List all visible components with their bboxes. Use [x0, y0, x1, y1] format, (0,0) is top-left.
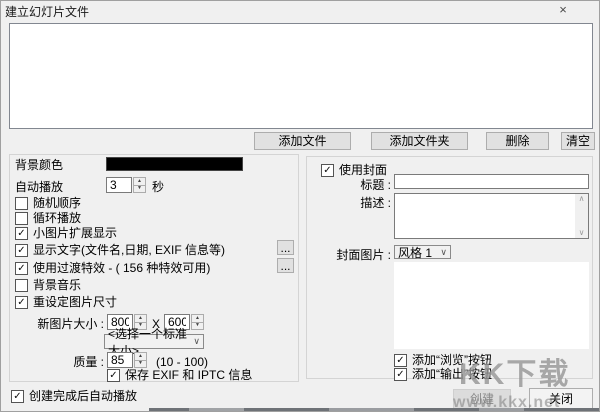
create-button[interactable]: 创建	[453, 389, 511, 409]
spinner-down-icon[interactable]: ▼	[134, 359, 147, 368]
cover-desc-field: ∧ ∨	[394, 193, 589, 239]
checkbox-random-order[interactable]: 随机顺序	[15, 196, 81, 210]
background-window-edge	[149, 408, 599, 411]
clear-button[interactable]: 清空	[561, 132, 595, 150]
scroll-up-icon[interactable]: ∧	[579, 194, 585, 204]
checkbox-transition[interactable]: ✓ 使用过渡特效 - ( 156 种特效可用)	[15, 261, 210, 275]
chevron-down-icon: ∨	[440, 246, 447, 257]
checkbox-use-cover[interactable]: ✓ 使用封面	[319, 163, 390, 177]
checkbox-box: ✓	[394, 353, 407, 367]
quality-spinner: ▲ ▼	[134, 352, 147, 368]
checkbox-box	[15, 196, 28, 210]
add-folder-button[interactable]: 添加文件夹	[371, 132, 468, 150]
checkbox-box: ✓	[15, 243, 28, 257]
autoplay-seconds-input[interactable]	[106, 177, 132, 193]
spinner-down-icon[interactable]: ▼	[133, 184, 146, 193]
scroll-down-icon[interactable]: ∨	[579, 228, 585, 238]
standard-size-select[interactable]: <选择一个标准大小> ∨	[104, 327, 204, 358]
checkbox-box	[15, 211, 28, 225]
cover-title-input[interactable]	[394, 174, 589, 189]
checkbox-resize[interactable]: ✓ 重设定图片尺寸	[15, 295, 117, 309]
cover-image-label: 封面图片 :	[336, 248, 391, 262]
quality-label: 质量 :	[73, 355, 104, 369]
checkbox-box: ✓	[321, 163, 334, 177]
checkbox-bg-music[interactable]: 背景音乐	[15, 278, 81, 292]
file-list[interactable]	[9, 23, 593, 129]
checkbox-box: ✓	[15, 295, 28, 309]
checkbox-thumb-expand[interactable]: ✓ 小图片扩展显示	[15, 226, 117, 240]
checkbox-autoplay-after-create[interactable]: ✓ 创建完成后自动播放	[11, 389, 137, 403]
checkbox-box: ✓	[394, 367, 407, 381]
checkbox-show-text[interactable]: ✓ 显示文字(文件名,日期, EXIF 信息等)	[15, 243, 225, 257]
window-title: 建立幻灯片文件	[5, 5, 90, 19]
autoplay-label: 自动播放	[15, 180, 64, 194]
quality-input[interactable]	[107, 352, 133, 368]
bg-color-swatch[interactable]	[106, 157, 243, 171]
checkbox-box: ✓	[15, 261, 28, 275]
autoplay-unit-label: 秒	[152, 180, 165, 194]
close-button[interactable]: 关闭	[529, 388, 593, 409]
add-files-button[interactable]: 添加文件	[254, 132, 351, 150]
new-size-label: 新图片大小 :	[37, 317, 104, 331]
bg-color-label: 背景颜色	[15, 158, 64, 172]
cover-style-select[interactable]: 风格 1 ∨	[394, 245, 451, 260]
transition-more-button[interactable]: ...	[277, 258, 294, 273]
cover-preview	[394, 262, 589, 349]
checkbox-loop-play[interactable]: 循环播放	[15, 211, 81, 225]
close-icon[interactable]: ×	[551, 1, 575, 18]
checkbox-add-browse-button[interactable]: ✓ 添加“浏览”按钮	[394, 353, 492, 367]
desc-scrollbar[interactable]: ∧ ∨	[575, 194, 588, 238]
title-bar[interactable]: 建立幻灯片文件 ×	[1, 1, 599, 19]
cover-desc-label: 描述 :	[360, 196, 391, 210]
create-slideshow-dialog: 建立幻灯片文件 × 添加文件 添加文件夹 删除 清空 背景颜色 自动播放 ▲ ▼…	[0, 0, 600, 412]
show-text-more-button[interactable]: ...	[277, 240, 294, 255]
checkbox-box: ✓	[11, 389, 24, 403]
checkbox-box: ✓	[107, 368, 120, 382]
checkbox-add-output-button[interactable]: ✓ 添加“输出”按钮	[394, 367, 492, 381]
autoplay-spinner: ▲ ▼	[133, 177, 146, 193]
quality-range-label: (10 - 100)	[156, 355, 209, 369]
delete-button[interactable]: 删除	[486, 132, 549, 150]
checkbox-box	[15, 278, 28, 292]
cover-desc-input[interactable]	[395, 194, 575, 238]
checkbox-box: ✓	[15, 226, 28, 240]
checkbox-save-exif[interactable]: ✓ 保存 EXIF 和 IPTC 信息	[107, 368, 252, 382]
chevron-down-icon: ∨	[193, 336, 200, 346]
cover-title-label: 标题 :	[360, 178, 391, 192]
